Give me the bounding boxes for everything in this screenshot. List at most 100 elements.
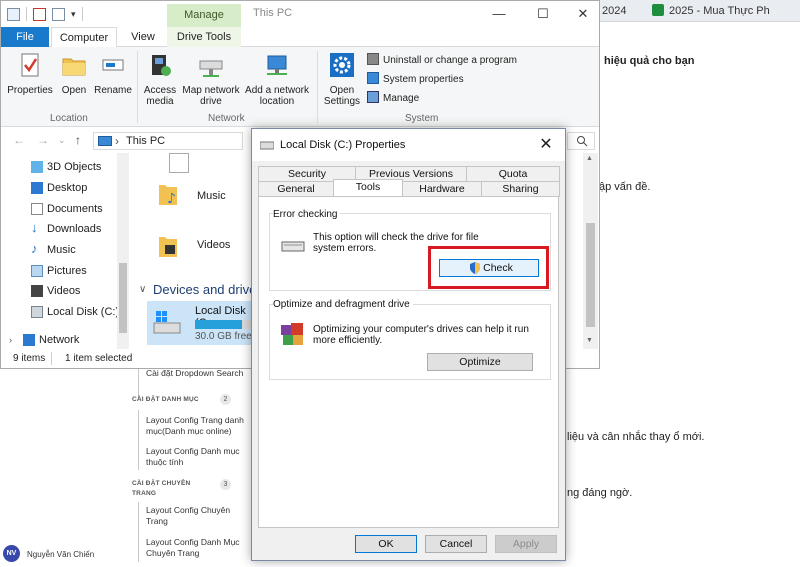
sidebar-link[interactable]: Cài đặt Dropdown Search <box>146 368 246 379</box>
recent-chevron-icon[interactable]: ⌄ <box>58 135 66 146</box>
tab-quota[interactable]: Quota <box>466 166 560 182</box>
new-folder-icon[interactable] <box>52 7 65 21</box>
tab-general[interactable]: General <box>258 181 334 197</box>
open-button[interactable]: Open <box>57 51 91 96</box>
map-network-drive-button[interactable]: Map network drive <box>179 51 243 107</box>
sidebar-link[interactable]: Layout Config Danh Mục Chuyên Trang <box>146 537 246 559</box>
cancel-button[interactable]: Cancel <box>425 535 487 553</box>
dialog-close-button[interactable]: ✕ <box>532 134 560 156</box>
properties-button[interactable]: Properties <box>5 51 55 96</box>
navpane-scrollbar[interactable] <box>117 153 129 349</box>
search-input[interactable] <box>567 132 595 150</box>
folder-icon[interactable] <box>169 153 189 173</box>
nav-item-network[interactable]: › Network <box>9 330 80 350</box>
tab-tools[interactable]: Tools <box>333 179 403 197</box>
customize-toolbar-chevron-icon[interactable]: ▾ <box>71 9 76 20</box>
error-checking-line2: system errors. <box>313 243 377 254</box>
tab-computer[interactable]: Computer <box>51 27 117 48</box>
tab-file[interactable]: File <box>1 27 49 47</box>
manage-button[interactable]: Manage <box>367 91 419 107</box>
navigation-pane: 3D Objects Desktop Documents ↓ Downloads … <box>1 153 131 349</box>
gear-icon <box>330 53 354 77</box>
cms-sidebar: Cài đặt Dropdown Search CÀI ĐẶT DANH MỤC… <box>120 368 250 567</box>
back-arrow-icon[interactable]: ← <box>13 133 25 147</box>
breadcrumb[interactable]: This PC <box>126 135 165 147</box>
address-input[interactable]: › This PC <box>93 132 243 150</box>
tree-line <box>138 502 139 562</box>
dialog-title-bar[interactable]: Local Disk (C:) Properties ✕ <box>252 129 565 161</box>
properties-check-icon[interactable] <box>33 7 46 21</box>
title-bar[interactable]: ▾ Manage This PC — ☐ ✕ <box>1 1 599 27</box>
defragment-icon <box>281 323 303 345</box>
rename-button[interactable]: Rename <box>93 51 133 96</box>
article-text: liệu và cân nhắc thay ổ mới. <box>567 431 705 443</box>
nav-item-pictures[interactable]: Pictures <box>31 261 87 281</box>
avatar[interactable]: NV <box>3 545 20 562</box>
nav-item-label: Pictures <box>47 265 87 277</box>
browser-tab[interactable]: 2025 - Mua Thực Ph <box>652 0 792 22</box>
this-pc-icon <box>98 136 112 146</box>
scroll-down-icon[interactable]: ▼ <box>586 337 593 344</box>
uninstall-program-button[interactable]: Uninstall or change a program <box>367 53 517 69</box>
manage-computer-icon <box>367 91 379 103</box>
videos-folder-icon[interactable] <box>157 233 179 259</box>
hard-drive-icon <box>31 306 43 318</box>
nav-item-local-disk[interactable]: Local Disk (C:) <box>31 302 119 322</box>
open-settings-button[interactable]: Open Settings <box>321 51 363 107</box>
nav-item-3d-objects[interactable]: 3D Objects <box>31 157 101 177</box>
group-label-location: Location <box>50 113 88 124</box>
selection-count: 1 item selected <box>65 353 133 364</box>
nav-item-documents[interactable]: Documents <box>31 199 103 219</box>
optimize-button[interactable]: Optimize <box>427 353 533 371</box>
expand-chevron-icon[interactable]: › <box>9 330 12 350</box>
music-folder-icon[interactable]: ♪ <box>157 181 179 207</box>
collapse-chevron-icon[interactable]: ∨ <box>139 284 146 295</box>
minimize-button[interactable]: — <box>485 4 513 24</box>
tab-hardware[interactable]: Hardware <box>402 181 482 197</box>
nav-item-videos[interactable]: Videos <box>31 281 80 301</box>
network-icon <box>23 334 35 346</box>
close-button[interactable]: ✕ <box>569 4 597 24</box>
content-scrollbar[interactable]: ▲ ▼ <box>583 153 598 349</box>
map-network-drive-label: Map network drive <box>182 85 240 107</box>
svg-text:♪: ♪ <box>167 191 176 207</box>
tab-view[interactable]: View <box>123 27 163 47</box>
count-badge: 3 <box>220 479 231 490</box>
article-text: ng đáng ngờ. <box>567 487 633 499</box>
nav-item-label: Network <box>39 334 80 346</box>
up-arrow-icon[interactable]: ↑ <box>75 133 81 147</box>
nav-item-desktop[interactable]: Desktop <box>31 178 87 198</box>
tab-sharing[interactable]: Sharing <box>481 181 560 197</box>
properties-icon <box>21 53 39 77</box>
open-label: Open <box>61 85 87 96</box>
ok-button[interactable]: OK <box>355 535 417 553</box>
scrollbar-thumb[interactable] <box>119 263 127 333</box>
apply-button[interactable]: Apply <box>495 535 557 553</box>
sheets-icon <box>652 4 664 16</box>
access-media-button[interactable]: Access media <box>141 51 179 107</box>
sidebar-link[interactable]: Layout Config Chuyên Trang <box>146 505 246 527</box>
maximize-button[interactable]: ☐ <box>529 4 557 24</box>
3d-objects-icon <box>31 161 43 173</box>
optimize-line1: Optimizing your computer's drives can he… <box>313 324 529 335</box>
sidebar-link[interactable]: Layout Config Trang danh mục(Danh mục on… <box>146 415 246 437</box>
group-label-system: System <box>405 113 439 124</box>
drive-usage-fill <box>195 320 242 329</box>
folder-label: Videos <box>197 239 231 251</box>
nav-item-label: Downloads <box>47 223 102 235</box>
system-properties-button[interactable]: System properties <box>367 72 464 88</box>
nav-item-music[interactable]: ♪ Music <box>31 240 76 260</box>
scroll-up-icon[interactable]: ▲ <box>586 155 593 162</box>
tab-drive-tools[interactable]: Drive Tools <box>167 27 241 47</box>
scrollbar-thumb[interactable] <box>586 223 595 327</box>
nav-item-downloads[interactable]: ↓ Downloads <box>31 219 102 239</box>
computer-icon[interactable] <box>7 7 20 21</box>
forward-arrow-icon[interactable]: → <box>37 133 49 147</box>
add-network-location-button[interactable]: Add a network location <box>244 51 310 107</box>
sidebar-link[interactable]: Layout Config Danh mục thuộc tính <box>146 446 246 468</box>
ribbon: Properties Open Rename Location Access m… <box>1 47 599 127</box>
browser-tab-label: 2024 <box>602 5 627 17</box>
quick-access-toolbar: ▾ <box>7 6 83 22</box>
divider <box>26 7 27 21</box>
drive-tile[interactable]: Local Disk (C 30.0 GB free <box>147 301 257 345</box>
